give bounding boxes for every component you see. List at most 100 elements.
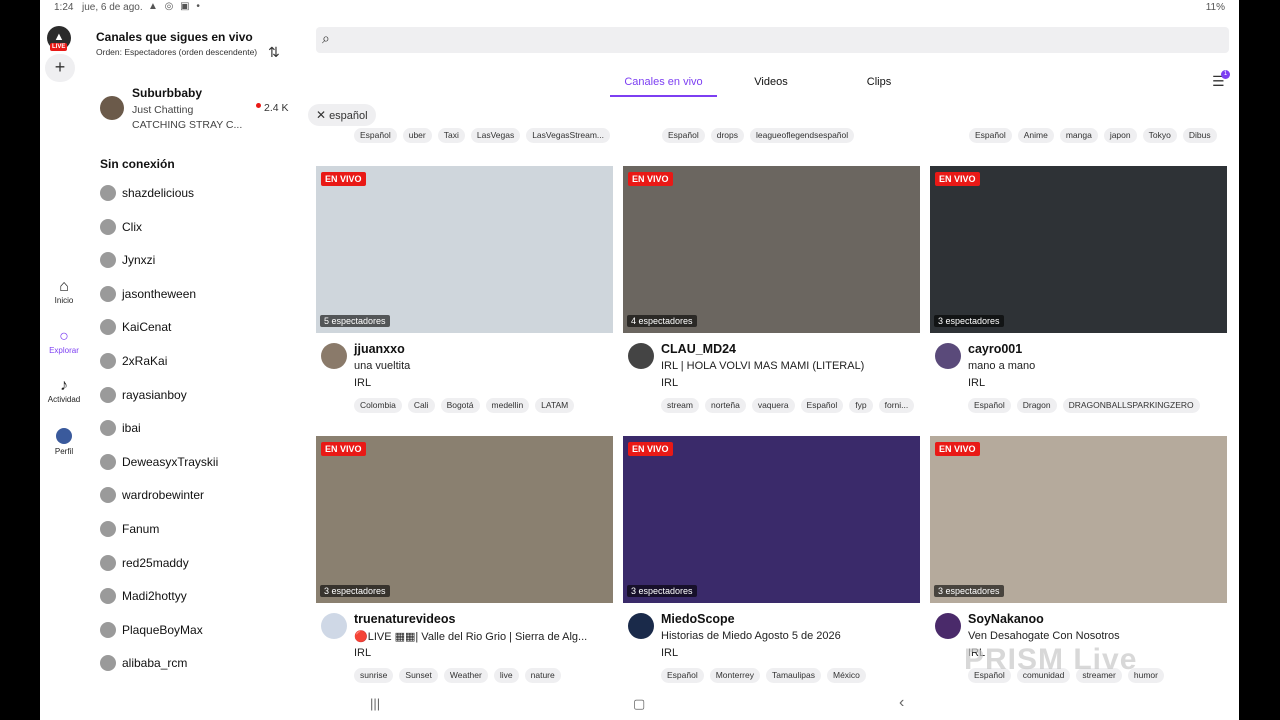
live-dot-icon: [256, 102, 261, 108]
viewer-count: 2.4 K: [256, 102, 289, 114]
tag-chip[interactable]: México: [826, 668, 866, 683]
channel-name[interactable]: SoyNakanoo: [968, 612, 1044, 626]
tag-chip[interactable]: Tokyo: [1142, 128, 1177, 143]
nav-label: Actividad: [47, 395, 81, 404]
tag-chip[interactable]: Español: [800, 398, 844, 413]
tag-chip[interactable]: manga: [1059, 128, 1098, 143]
tag-chip[interactable]: DRAGONBALLSPARKINGZERO: [1062, 398, 1200, 413]
stream-card[interactable]: EN VIVO 3 espectadores cayro001 mano a mano…: [930, 166, 1227, 416]
go-live-button[interactable]: ▲ LIVE: [47, 26, 71, 51]
avatar[interactable]: [935, 613, 961, 639]
tag-chip[interactable]: fyp: [849, 398, 873, 413]
stream-thumbnail[interactable]: EN VIVO 5 espectadores: [316, 166, 613, 333]
tag-chip[interactable]: LATAM: [535, 398, 575, 413]
followed-live-channel[interactable]: Suburbbaby Just Chatting CATCHING STRAY …: [96, 86, 296, 134]
filter-button[interactable]: ☰ 1: [1212, 70, 1230, 90]
stream-category[interactable]: IRL: [661, 647, 678, 659]
channel-name[interactable]: cayro001: [968, 342, 1022, 356]
tag-list: Español Anime manga japon Tokyo Dibus: [969, 128, 1217, 143]
search-bar[interactable]: ⌕: [316, 27, 1229, 53]
stream-card[interactable]: EN VIVO 4 espectadores CLAU_MD24 IRL | HOLA…: [623, 166, 920, 416]
nav-item-home[interactable]: ⌂ Inicio: [40, 278, 88, 305]
viewer-count: 4 espectadores: [627, 315, 697, 327]
stream-category[interactable]: IRL: [661, 377, 678, 389]
tag-chip[interactable]: nature: [524, 668, 561, 683]
tag-list: Colombia Cali Bogotá medellin LATAM: [354, 398, 609, 413]
stream-title: IRL | HOLA VOLVI MAS MAMI (LITERAL): [661, 360, 865, 372]
tag-chip[interactable]: sunrise: [354, 668, 394, 683]
tag-chip[interactable]: Cali: [407, 398, 435, 413]
tag-chip[interactable]: Taxi: [437, 128, 465, 143]
back-button[interactable]: ‹: [899, 694, 904, 712]
sort-icon[interactable]: ⇅: [268, 44, 280, 61]
tag-chip[interactable]: LasVegas: [470, 128, 521, 143]
tag-chip[interactable]: Español: [354, 128, 397, 143]
avatar: [100, 285, 116, 302]
tag-chip[interactable]: Español: [662, 128, 705, 143]
avatar: [100, 386, 116, 403]
tag-chip[interactable]: forni...: [878, 398, 915, 413]
tag-chip[interactable]: Tamaulipas: [765, 668, 821, 683]
tag-chip[interactable]: Español: [661, 668, 704, 683]
stream-category[interactable]: IRL: [354, 647, 371, 659]
tag-chip[interactable]: stream: [661, 398, 699, 413]
channel-name[interactable]: MiedoScope: [661, 612, 735, 626]
search-input[interactable]: [344, 31, 1214, 49]
avatar: [100, 218, 116, 235]
avatar[interactable]: [321, 343, 347, 369]
tag-chip[interactable]: Bogotá: [440, 398, 480, 413]
avatar: [100, 352, 116, 369]
sort-order-label: Orden: Espectadores (orden descendente): [96, 47, 258, 57]
nav-item-explore[interactable]: ○ Explorar: [40, 328, 88, 355]
channel-name: Madi2hottyy: [122, 589, 187, 604]
channel-name[interactable]: jjuanxxo: [354, 342, 405, 356]
live-badge: LIVE: [50, 43, 68, 51]
home-button[interactable]: ▢: [633, 696, 645, 712]
channel-name[interactable]: CLAU_MD24: [661, 342, 736, 356]
tag-chip[interactable]: Monterrey: [709, 668, 760, 683]
channel-name[interactable]: truenaturevideos: [354, 612, 455, 626]
tag-chip[interactable]: Sunset: [399, 668, 438, 683]
recent-apps-button[interactable]: |||: [370, 696, 380, 711]
stream-category[interactable]: IRL: [354, 377, 371, 389]
close-icon[interactable]: ✕: [316, 108, 326, 122]
tag-chip[interactable]: uber: [402, 128, 432, 143]
language-filter-chip[interactable]: ✕ español: [308, 104, 376, 126]
tag-chip[interactable]: Colombia: [354, 398, 402, 413]
nav-item-profile[interactable]: Perfil: [40, 428, 88, 456]
tag-chip[interactable]: live: [493, 668, 519, 683]
tag-chip[interactable]: Weather: [443, 668, 488, 683]
add-button[interactable]: +: [45, 54, 75, 82]
stream-thumbnail[interactable]: EN VIVO 3 espectadores: [930, 166, 1227, 333]
tag-chip[interactable]: medellin: [485, 398, 530, 413]
avatar[interactable]: [628, 343, 654, 369]
tag-chip[interactable]: LasVegasStream...: [526, 128, 611, 143]
stream-thumbnail[interactable]: EN VIVO 4 espectadores: [623, 166, 920, 333]
avatar[interactable]: [628, 613, 654, 639]
avatar[interactable]: [321, 613, 347, 639]
tag-chip[interactable]: leagueoflegendsespañol: [749, 128, 855, 143]
tag-chip[interactable]: japon: [1103, 128, 1137, 143]
stream-thumbnail[interactable]: EN VIVO 3 espectadores: [316, 436, 613, 603]
tag-chip[interactable]: Español: [968, 398, 1011, 413]
tab-clips[interactable]: Clips: [838, 70, 920, 97]
tag-chip[interactable]: Dragon: [1016, 398, 1057, 413]
stream-thumbnail[interactable]: EN VIVO 3 espectadores: [930, 436, 1227, 603]
tab-videos[interactable]: Videos: [730, 70, 812, 97]
tag-chip[interactable]: vaquera: [751, 398, 795, 413]
viewer-count: 3 espectadores: [934, 315, 1004, 327]
tag-chip[interactable]: Anime: [1017, 128, 1054, 143]
stream-category[interactable]: IRL: [968, 377, 985, 389]
nav-item-activity[interactable]: ♪ Actividad: [40, 377, 88, 404]
tab-live-channels[interactable]: Canales en vivo: [610, 70, 717, 97]
stream-card[interactable]: EN VIVO 3 espectadores truenaturevideos 🔴LI…: [316, 436, 613, 686]
tag-chip[interactable]: Dibus: [1182, 128, 1217, 143]
stream-card[interactable]: EN VIVO 5 espectadores jjuanxxo una vueltit…: [316, 166, 613, 416]
tag-chip[interactable]: Español: [969, 128, 1012, 143]
tag-chip[interactable]: drops: [710, 128, 744, 143]
stream-thumbnail[interactable]: EN VIVO 3 espectadores: [623, 436, 920, 603]
tag-chip[interactable]: norteña: [704, 398, 746, 413]
stream-card[interactable]: EN VIVO 3 espectadores MiedoScope Historias…: [623, 436, 920, 686]
avatar: [100, 96, 124, 120]
avatar[interactable]: [935, 343, 961, 369]
